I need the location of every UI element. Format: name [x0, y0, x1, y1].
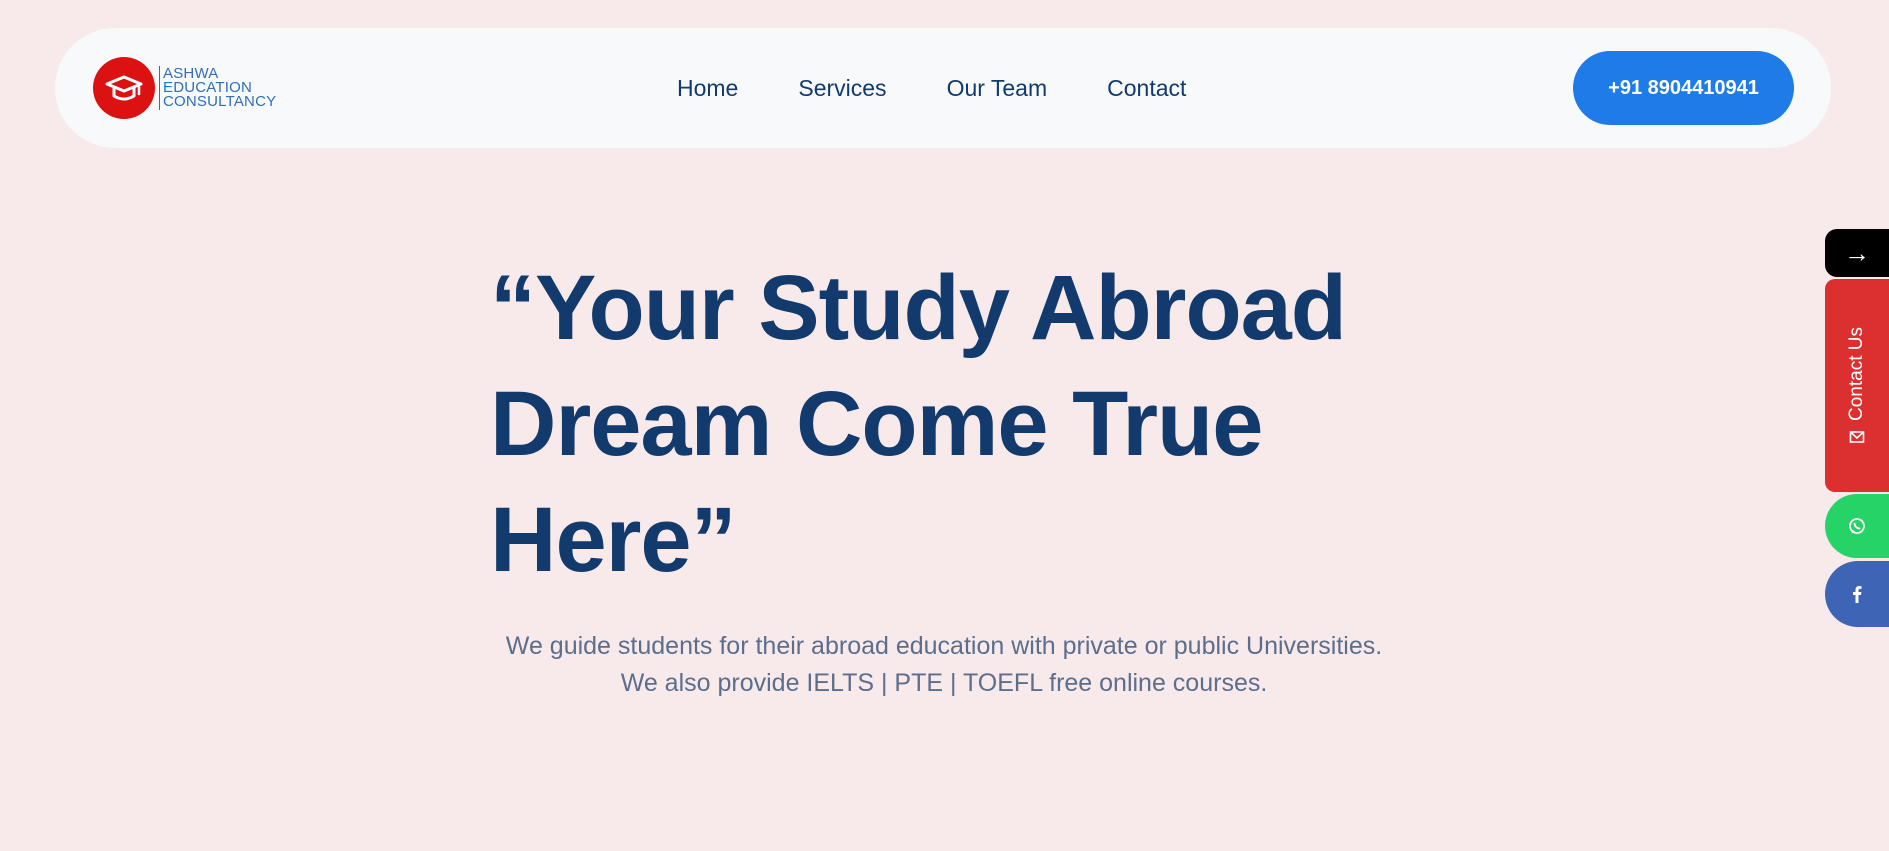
site-logo[interactable]: ASHWA EDUCATION CONSULTANCY: [93, 57, 276, 119]
contact-us-tab[interactable]: Contact Us: [1825, 279, 1889, 492]
graduation-cap-icon: [105, 75, 143, 101]
phone-button[interactable]: +91 8904410941: [1573, 51, 1794, 125]
envelope-icon: [1849, 430, 1865, 443]
whatsapp-icon: [1849, 518, 1865, 534]
side-toggle-button[interactable]: →: [1825, 229, 1889, 277]
main-nav: Home Services Our Team Contact: [677, 28, 1186, 148]
contact-us-tab-content: Contact Us: [1846, 327, 1868, 445]
contact-us-label: Contact Us: [1846, 326, 1868, 421]
hero-title: “Your Study Abroad Dream Come True Here”: [490, 257, 1347, 591]
logo-line-3: CONSULTANCY: [163, 93, 277, 110]
nav-services[interactable]: Services: [798, 75, 886, 102]
facebook-button[interactable]: [1825, 561, 1889, 627]
logo-badge: [93, 57, 155, 119]
site-header: ASHWA EDUCATION CONSULTANCY Home Service…: [55, 28, 1831, 148]
hero-subtitle: We guide students for their abroad educa…: [505, 632, 1383, 697]
whatsapp-button[interactable]: [1825, 494, 1889, 558]
nav-home[interactable]: Home: [677, 75, 738, 102]
arrow-right-icon: →: [1844, 237, 1870, 268]
nav-contact[interactable]: Contact: [1107, 75, 1186, 102]
logo-text: ASHWA EDUCATION CONSULTANCY: [163, 66, 277, 110]
nav-our-team[interactable]: Our Team: [947, 75, 1048, 102]
logo-divider: [159, 66, 160, 110]
facebook-icon: [1853, 586, 1862, 603]
